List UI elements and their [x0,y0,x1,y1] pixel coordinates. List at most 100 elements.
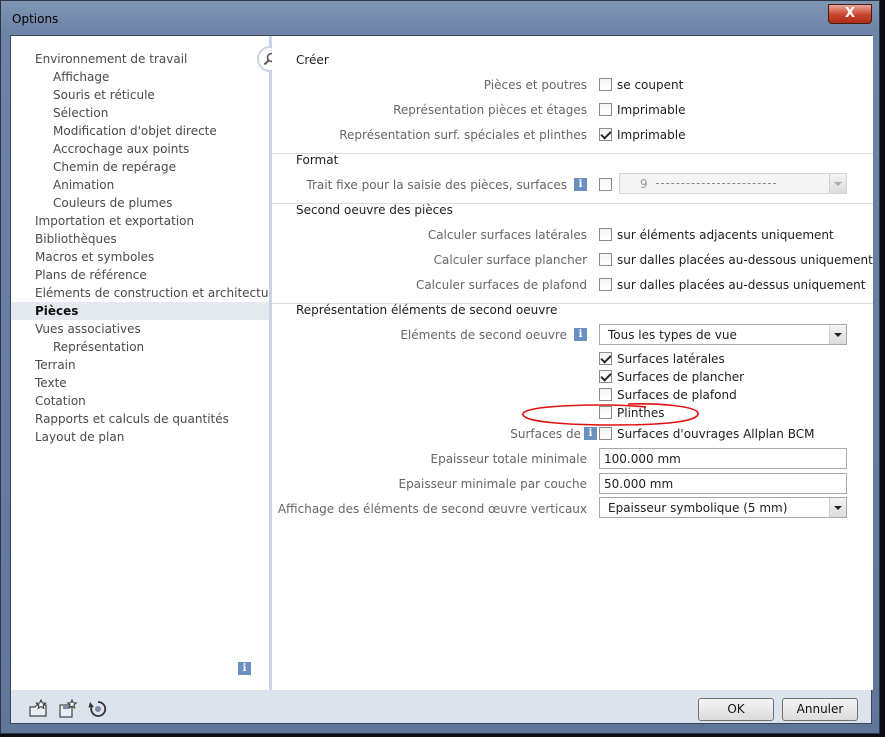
checkbox-box[interactable] [599,427,612,440]
checkbox-label: Imprimable [617,103,686,117]
nav-item-accrochage[interactable]: Accrochage aux points [53,140,189,158]
checkbox-dalles-dessus[interactable]: sur dalles placées au-dessus uniquement [599,278,865,294]
info-icon[interactable]: i [574,178,587,191]
section-second-oeuvre-title: Second oeuvre des pièces [296,203,453,217]
nav-item-representation[interactable]: Représentation [53,338,144,356]
title-bar: Options X [1,1,879,35]
label-elements-second-oeuvre: Eléments de second oeuvre [400,328,567,342]
checkbox-label: sur éléments adjacents uniquement [617,228,834,242]
nav-item-layout[interactable]: Layout de plan [35,428,124,446]
checkbox-box[interactable] [599,78,612,91]
checkbox-surfaces-laterales[interactable]: Surfaces latérales [599,352,725,368]
checkbox-label: Surfaces latérales [617,352,725,366]
checkbox-label: se coupent [617,78,684,92]
checkbox-imprimable-pieces[interactable]: Imprimable [599,103,686,119]
input-value: 100.000 mm [604,452,681,466]
label-trait-fixe: Trait fixe pour la saisie des pièces, su… [306,178,567,192]
input-value: 50.000 mm [604,477,674,491]
checkbox-box[interactable] [599,128,612,141]
label-representation-pieces: Représentation pièces et étages [393,103,587,117]
label-representation-surf: Représentation surf. spéciales et plinth… [339,128,587,142]
nav-item-plans[interactable]: Plans de référence [35,266,147,284]
section-creer-title: Créer [296,53,329,67]
nav-item-macros[interactable]: Macros et symboles [35,248,154,266]
nav-item-modification[interactable]: Modification d'objet directe [53,122,217,140]
label-surfaces-laterales: Calculer surfaces latérales [427,228,587,242]
settings-panel: Créer Pièces et poutres se coupent Repré… [272,36,873,690]
label-surfaces-plafond: Calculer surfaces de plafond [415,278,587,292]
line-style-preview [656,183,776,184]
checkbox-box[interactable] [599,253,612,266]
category-tree: Environnement de travail Affichage Souri… [11,36,281,690]
nav-item-importation[interactable]: Importation et exportation [35,212,194,230]
chevron-down-icon[interactable] [829,498,846,517]
nav-item-cotation[interactable]: Cotation [35,392,86,410]
dropdown-value: Epaisseur symbolique (5 mm) [608,501,788,515]
section-format-title: Format [296,153,339,167]
checkbox-box[interactable] [599,388,612,401]
checkbox-label: sur dalles placées au-dessus uniquement [617,278,866,292]
nav-item-couleurs[interactable]: Couleurs de plumes [53,194,172,212]
checkbox-trait-fixe[interactable] [599,178,617,194]
ok-button[interactable]: OK [698,698,774,721]
window-title: Options [12,12,59,26]
nav-item-elements[interactable]: Eléments de construction et architecture [35,284,281,302]
checkbox-label: Surfaces de plancher [617,370,745,384]
annotation-circle [522,403,699,426]
nav-item-selection[interactable]: Sélection [53,104,108,122]
checkbox-box[interactable] [599,228,612,241]
elements-second-oeuvre-dropdown[interactable]: Tous les types de vue [599,324,847,345]
checkbox-surfaces-plancher[interactable]: Surfaces de plancher [599,370,744,386]
nav-item-animation[interactable]: Animation [53,176,114,194]
trait-fixe-value: 9 [640,177,648,191]
nav-item-rapports[interactable]: Rapports et calculs de quantités [35,410,229,428]
trait-fixe-dropdown[interactable]: 9 [619,173,847,194]
label-pieces-poutres: Pièces et poutres [483,78,587,92]
nav-item-vues[interactable]: Vues associatives [35,320,141,338]
reset-icon[interactable] [88,699,108,719]
dialog-body: Environnement de travail Affichage Souri… [10,35,873,724]
folder-favorite-icon[interactable] [29,699,49,719]
nav-item-terrain[interactable]: Terrain [35,356,76,374]
chevron-down-icon[interactable] [829,174,846,193]
nav-item-souris[interactable]: Souris et réticule [53,86,155,104]
checkbox-label: Imprimable [617,128,686,142]
label-surface-plancher: Calculer surface plancher [433,253,587,267]
chevron-down-icon[interactable] [829,325,846,344]
info-icon[interactable]: i [584,427,597,440]
info-icon[interactable]: i [574,328,587,341]
checkbox-dalles-dessous[interactable]: sur dalles placées au-dessous uniquement [599,253,873,269]
checkbox-surfaces-allplan-bcm[interactable]: Surfaces d'ouvrages Allplan BCM [599,427,814,443]
checkbox-elements-adjacents[interactable]: sur éléments adjacents uniquement [599,228,834,244]
label-affichage-verticaux: Affichage des éléments de second œuvre v… [277,502,587,516]
checkbox-label: Surfaces d'ouvrages Allplan BCM [617,427,815,441]
nav-item-pieces[interactable]: Pièces [11,302,269,320]
checkbox-box[interactable] [599,352,612,365]
nav-item-affichage[interactable]: Affichage [53,68,109,86]
section-divider [272,153,873,154]
checkbox-box[interactable] [599,370,612,383]
nav-item-environnement[interactable]: Environnement de travail [35,50,187,68]
checkbox-label: sur dalles placées au-dessous uniquement [617,253,873,267]
section-representation-title: Représentation éléments de second oeuvre [296,303,558,317]
checkbox-se-coupent[interactable]: se coupent [599,78,683,94]
nav-item-bibliotheques[interactable]: Bibliothèques [35,230,117,248]
close-button[interactable]: X [828,4,872,24]
checkbox-label: Surfaces de plafond [617,388,737,402]
label-epaisseur-totale: Epaisseur totale minimale [430,452,588,466]
nav-item-texte[interactable]: Texte [35,374,67,392]
affichage-verticaux-dropdown[interactable]: Epaisseur symbolique (5 mm) [599,497,847,518]
info-icon[interactable]: i [238,662,251,675]
nav-item-chemin[interactable]: Chemin de repérage [53,158,176,176]
checkbox-box[interactable] [599,103,612,116]
checkbox-imprimable-surf[interactable]: Imprimable [599,128,686,144]
checkbox-box[interactable] [599,178,612,191]
epaisseur-couche-input[interactable]: 50.000 mm [599,473,847,494]
cancel-button[interactable]: Annuler [782,698,858,721]
dropdown-value: Tous les types de vue [608,328,737,342]
label-epaisseur-couche: Epaisseur minimale par couche [398,477,587,491]
label-surfaces-de: Surfaces de [510,427,581,441]
save-favorite-icon[interactable] [58,699,78,719]
epaisseur-totale-input[interactable]: 100.000 mm [599,448,847,469]
checkbox-box[interactable] [599,278,612,291]
